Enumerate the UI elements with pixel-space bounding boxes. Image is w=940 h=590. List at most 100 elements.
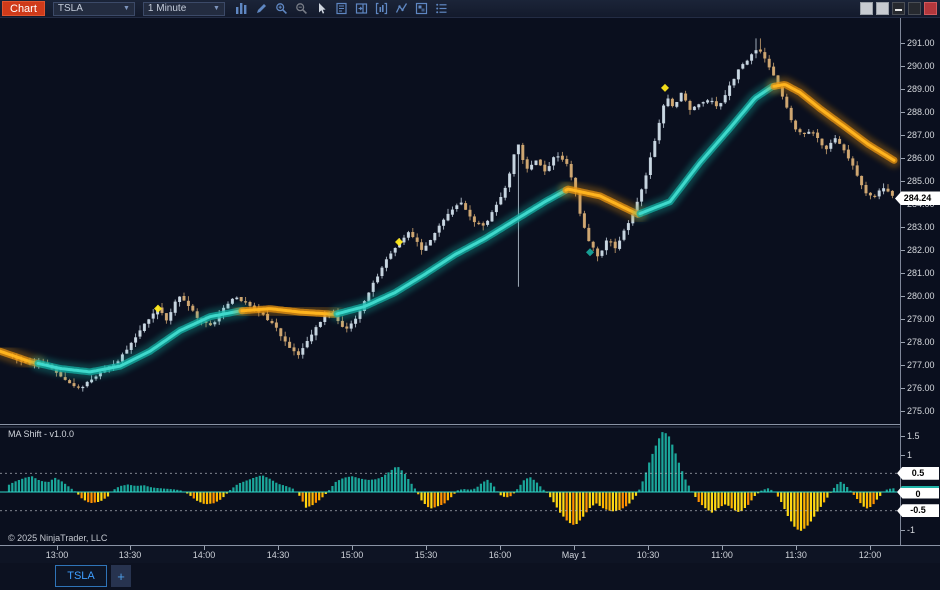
histogram-bar xyxy=(595,492,597,504)
histogram-bar xyxy=(285,486,287,492)
candle-body xyxy=(244,301,247,302)
histogram-bar xyxy=(298,492,300,496)
histogram-bar xyxy=(503,492,505,497)
histogram-bar xyxy=(566,492,568,521)
histogram-bar xyxy=(863,492,865,507)
zoom-in-icon[interactable] xyxy=(275,2,288,15)
histogram-bar xyxy=(232,487,234,492)
close-button[interactable] xyxy=(924,2,937,15)
candle-body xyxy=(174,302,177,313)
candle-body xyxy=(759,50,762,52)
window-button-2[interactable] xyxy=(876,2,889,15)
histogram-bar xyxy=(477,487,479,492)
candle-body xyxy=(689,101,692,110)
candle-body xyxy=(504,188,507,198)
histogram-bar xyxy=(21,479,23,492)
histogram-bar xyxy=(675,453,677,492)
histogram-bar xyxy=(741,492,743,511)
indicator-panel-icon[interactable] xyxy=(375,2,388,15)
histogram-bar xyxy=(104,492,106,499)
copyright-label: © 2025 NinjaTrader, LLC xyxy=(8,533,107,543)
histogram-bar xyxy=(750,492,752,500)
panel-icon[interactable] xyxy=(355,2,368,15)
candle-body xyxy=(693,107,696,110)
candle-body xyxy=(746,61,749,65)
data-box-icon[interactable] xyxy=(335,2,348,15)
histogram-bar xyxy=(331,486,333,492)
price-tick-label: 288.00 xyxy=(901,107,935,117)
histogram-bar xyxy=(737,492,739,512)
candle-body xyxy=(389,254,392,259)
histogram-bar xyxy=(28,477,30,492)
minimize-button[interactable] xyxy=(892,2,905,15)
grid-icon[interactable] xyxy=(415,2,428,15)
cursor-icon[interactable] xyxy=(315,2,328,15)
chart-plot-area[interactable] xyxy=(0,18,900,545)
chevron-down-icon: ▼ xyxy=(123,5,130,12)
candle-body xyxy=(812,132,815,133)
time-tick-mark xyxy=(426,546,427,550)
histogram-bar xyxy=(698,492,700,502)
bar-type-icon[interactable] xyxy=(235,2,248,15)
candle-body xyxy=(658,123,661,140)
candle-body xyxy=(526,159,529,168)
histogram-bar xyxy=(552,492,554,502)
candle-body xyxy=(623,231,626,240)
zoom-out-icon[interactable] xyxy=(295,2,308,15)
candle-body xyxy=(768,59,771,68)
histogram-bar xyxy=(440,492,442,505)
histogram-bar xyxy=(358,478,360,492)
price-tick-label: 285.00 xyxy=(901,176,935,186)
draw-icon[interactable] xyxy=(255,2,268,15)
histogram-bar xyxy=(351,476,353,492)
indicator-level-lines xyxy=(0,473,900,511)
histogram-bar xyxy=(150,487,152,492)
histogram-bar xyxy=(437,492,439,506)
histogram-bar xyxy=(510,492,512,496)
symbol-dropdown[interactable]: TSLA ▼ xyxy=(53,2,135,16)
list-icon[interactable] xyxy=(435,2,448,15)
candle-body xyxy=(147,319,150,324)
price-axis[interactable]: 284.24 275.00276.00277.00278.00279.00280… xyxy=(900,18,940,545)
candle-body xyxy=(508,174,511,188)
candle-body xyxy=(887,189,890,192)
price-tick-label: 289.00 xyxy=(901,84,935,94)
time-tick-mark xyxy=(796,546,797,550)
histogram-bar xyxy=(156,488,158,492)
time-axis[interactable]: 13:0013:3014:0014:3015:0015:3016:00May 1… xyxy=(0,545,940,563)
histogram-bar xyxy=(671,445,673,492)
histogram-bar xyxy=(816,492,818,512)
candle-body xyxy=(169,312,172,321)
candle-body xyxy=(772,67,775,76)
candle-body xyxy=(557,156,560,157)
histogram-bar xyxy=(140,486,142,493)
chart-menu-button[interactable]: Chart xyxy=(2,1,45,16)
candle-body xyxy=(750,54,753,60)
maximize-button[interactable] xyxy=(908,2,921,15)
window-controls xyxy=(860,2,937,15)
tab-tsla[interactable]: TSLA xyxy=(55,565,107,587)
add-tab-button[interactable]: + xyxy=(111,565,131,587)
candle-body xyxy=(790,108,793,120)
tab-bar: TSLA + xyxy=(0,563,940,590)
histogram-bar xyxy=(873,492,875,504)
interval-dropdown[interactable]: 1 Minute ▼ xyxy=(143,2,225,16)
histogram-bar xyxy=(24,478,26,492)
candle-body xyxy=(662,106,665,124)
window-button-1[interactable] xyxy=(860,2,873,15)
candle-body xyxy=(407,232,410,238)
histogram-bar xyxy=(206,492,208,504)
histogram-bar xyxy=(526,478,528,492)
candle-body xyxy=(583,213,586,228)
zigzag-tool-icon[interactable] xyxy=(395,2,408,15)
histogram-bar xyxy=(100,492,102,501)
histogram-bar xyxy=(585,492,587,512)
histogram-bar xyxy=(246,481,248,493)
candle-body xyxy=(81,387,84,388)
histogram-bar xyxy=(203,492,205,504)
diamond-marker xyxy=(395,238,403,246)
histogram-bar xyxy=(559,492,561,513)
histogram-bar xyxy=(147,486,149,492)
histogram-bar xyxy=(694,492,696,497)
candle-body xyxy=(803,133,806,134)
